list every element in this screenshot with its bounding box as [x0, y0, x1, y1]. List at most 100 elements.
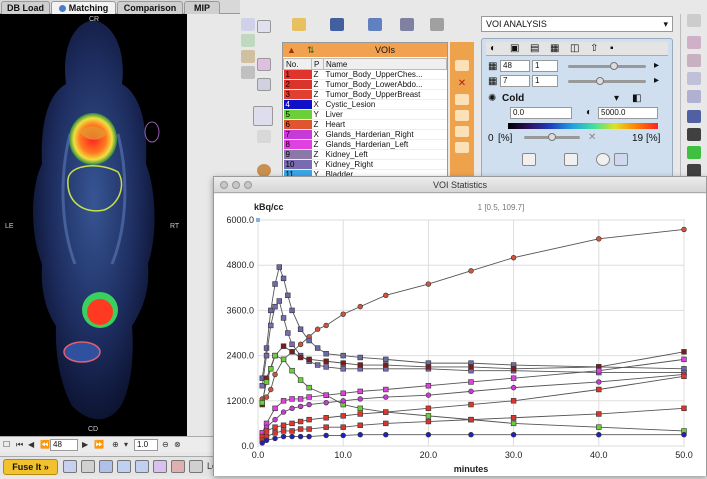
- edit-icon[interactable]: [430, 18, 444, 31]
- merge-voi-icon[interactable]: [455, 110, 469, 121]
- close-window-icon[interactable]: [220, 181, 228, 189]
- zoom-field[interactable]: 1.0: [134, 439, 158, 451]
- settings-icon[interactable]: [189, 460, 203, 473]
- grid-icon[interactable]: [153, 460, 167, 473]
- tab-db-load[interactable]: DB Load: [1, 1, 50, 14]
- camera-tab-icon[interactable]: ◫: [570, 43, 579, 54]
- zoom-menu-icon[interactable]: ▾: [124, 440, 128, 450]
- voi-row[interactable]: 10 Y Kidney_Right: [283, 159, 447, 170]
- upload-tab-icon[interactable]: ⇧: [590, 43, 598, 54]
- display-mode-icon[interactable]: [522, 153, 536, 166]
- tab-matching[interactable]: Matching: [51, 1, 116, 14]
- voi-row[interactable]: 9 Z Kidney_Left: [283, 149, 447, 160]
- voi-row[interactable]: 6 Z Heart: [283, 119, 447, 130]
- settings-gear-icon[interactable]: [687, 14, 701, 27]
- monitor-icon[interactable]: [687, 128, 701, 141]
- blend-icon[interactable]: [99, 460, 113, 473]
- zoom-icon[interactable]: ⊕: [112, 440, 119, 450]
- row1-count-field[interactable]: 1: [532, 60, 558, 72]
- rotate-icon[interactable]: [687, 90, 701, 103]
- range-min-field[interactable]: 0.0: [510, 107, 572, 119]
- stamp-icon[interactable]: [257, 130, 271, 143]
- checkbox-icon[interactable]: ☐: [3, 440, 10, 450]
- layout-icon[interactable]: [117, 460, 131, 473]
- next-frame-icon[interactable]: ▶: [82, 440, 88, 450]
- tab-mip[interactable]: MIP: [184, 1, 220, 14]
- row1-value-field[interactable]: 48: [500, 60, 530, 72]
- circle-mode-icon[interactable]: [596, 153, 610, 166]
- save-icon[interactable]: [330, 18, 344, 31]
- row2-slider-knob[interactable]: [596, 77, 604, 85]
- save-tab-icon[interactable]: ▪: [610, 43, 614, 54]
- contrast-tab-icon[interactable]: ◐: [490, 43, 496, 54]
- fusion-icon[interactable]: [687, 146, 701, 159]
- delete-voi-icon[interactable]: ✕: [455, 78, 469, 89]
- fusion-mode-icon[interactable]: [63, 460, 77, 473]
- frame-number-field[interactable]: 48: [50, 439, 78, 451]
- maximize-window-icon[interactable]: [244, 181, 252, 189]
- collapse-right-icon[interactable]: [687, 72, 701, 85]
- info-icon[interactable]: [241, 18, 255, 31]
- layer-icon[interactable]: [241, 34, 255, 47]
- options-mode-icon[interactable]: [614, 153, 628, 166]
- image-tab-icon[interactable]: ▦: [550, 43, 559, 54]
- sort-icon[interactable]: ⇅: [307, 43, 315, 57]
- statistics-icon[interactable]: [368, 18, 382, 31]
- voi-options-icon[interactable]: [455, 142, 469, 153]
- voi-row[interactable]: 2 Z Tumor_Body_LowerAbdo...: [283, 79, 447, 90]
- tools-tab-icon[interactable]: ▤: [530, 43, 539, 54]
- row2-count-field[interactable]: 1: [532, 75, 558, 87]
- voi-row[interactable]: 3 Z Tumor_Body_UpperBreast: [283, 89, 447, 100]
- collapse-icon[interactable]: ▲: [287, 43, 296, 57]
- draw-icon[interactable]: [257, 78, 271, 91]
- voi-row[interactable]: 4 X Cystic_Lesion: [283, 99, 447, 110]
- statistics-plot-area[interactable]: 0.0 1200.0 2400.0 3600.0 4800.0 6000.0 0.0 10.0…: [214, 194, 706, 476]
- voi-row[interactable]: 8 Z Glands_Harderian_Left: [283, 139, 447, 150]
- colormap-label[interactable]: Cold: [502, 93, 524, 104]
- column-header-p[interactable]: P: [311, 58, 324, 70]
- first-frame-icon[interactable]: ⏮: [16, 440, 23, 450]
- step-back-icon[interactable]: ⏪: [40, 440, 50, 450]
- colormap-edit-icon[interactable]: ◧: [632, 93, 641, 104]
- time-activity-chart[interactable]: 0.01200.02400.03600.04800.06000.00.0 10.0…: [214, 194, 706, 476]
- voi-row[interactable]: 1 Z Tumor_Body_UpperChes...: [283, 69, 447, 80]
- split-voi-icon[interactable]: [455, 126, 469, 137]
- pointer-icon[interactable]: [257, 20, 271, 33]
- pct-slider-knob[interactable]: [548, 133, 556, 141]
- row1-next-icon[interactable]: ▸: [654, 60, 659, 71]
- compare-icon[interactable]: [171, 460, 185, 473]
- zoom-reset-icon[interactable]: ⊗: [174, 440, 181, 450]
- column-header-name[interactable]: Name: [323, 58, 447, 70]
- column-header-no[interactable]: No.: [283, 58, 312, 70]
- zoom-out-icon[interactable]: ⊖: [162, 440, 169, 450]
- line-tool-icon[interactable]: [253, 106, 273, 126]
- row1-slider[interactable]: [568, 65, 646, 68]
- prev-frame-icon[interactable]: ◀: [28, 440, 34, 450]
- voi-row[interactable]: 7 X Glands_Harderian_Right: [283, 129, 447, 140]
- layout-alt-icon[interactable]: [135, 460, 149, 473]
- clear-icon[interactable]: ✕: [588, 132, 596, 143]
- row2-next-icon[interactable]: ▸: [654, 75, 659, 86]
- lock-icon[interactable]: ◐: [586, 107, 592, 118]
- layout-tab-icon[interactable]: ▣: [510, 43, 519, 54]
- voi-row[interactable]: 5 Y Liver: [283, 109, 447, 120]
- pin-icon[interactable]: [241, 66, 255, 79]
- row2-slider[interactable]: [568, 80, 646, 83]
- voi-analysis-select[interactable]: VOI ANALYSIS ▾: [481, 16, 673, 32]
- paint-icon[interactable]: [241, 50, 255, 63]
- range-max-field[interactable]: 5000.0: [598, 107, 658, 119]
- contour-tool-icon[interactable]: [257, 58, 271, 71]
- tab-comparison[interactable]: Comparison: [117, 1, 183, 14]
- fuse-it-button[interactable]: Fuse It »: [3, 459, 58, 475]
- minimize-window-icon[interactable]: [232, 181, 240, 189]
- row1-slider-knob[interactable]: [610, 62, 618, 70]
- save-right-icon[interactable]: [687, 110, 701, 123]
- row2-value-field[interactable]: 7: [500, 75, 530, 87]
- grid-mode-icon[interactable]: [564, 153, 578, 166]
- colormap-menu-icon[interactable]: ▾: [614, 93, 619, 104]
- contrast-icon[interactable]: [81, 460, 95, 473]
- move-voi-icon[interactable]: [455, 60, 469, 71]
- copy-voi-icon[interactable]: [455, 94, 469, 105]
- export-icon[interactable]: [400, 18, 414, 31]
- transfer-icon[interactable]: [687, 54, 701, 67]
